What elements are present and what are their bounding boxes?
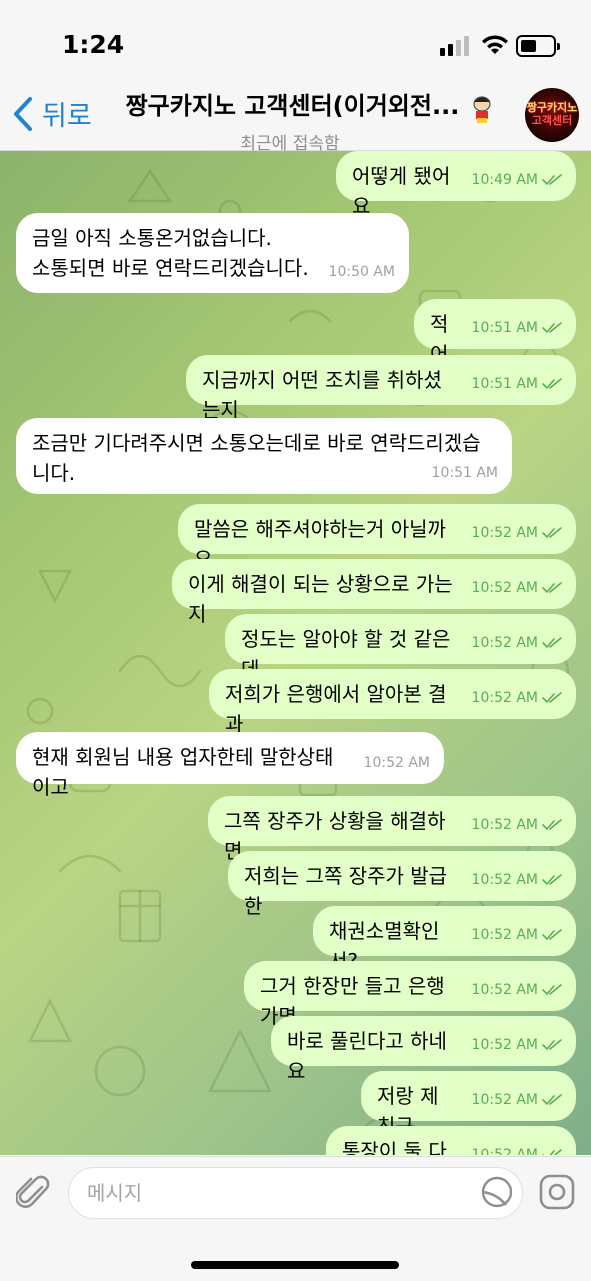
outgoing-message[interactable]: 통장이 둘 다 묶였는데10:52 AM (326, 1126, 576, 1155)
status-bar: 1:24 (0, 0, 591, 80)
read-check-icon (542, 527, 562, 539)
chat-last-seen: 최근에 접속함 (240, 133, 340, 154)
message-time: 10:52 AM (471, 690, 538, 706)
message-time: 10:52 AM (471, 1147, 538, 1155)
incoming-message[interactable]: 금일 아직 소통온거없습니다. 소통되면 바로 연락드리겠습니다. 10:50 A… (16, 213, 409, 293)
read-check-icon (542, 929, 562, 941)
message-meta: 10:52 AM (472, 810, 562, 840)
read-check-icon (542, 692, 562, 704)
message-meta: 10:52 AM (472, 573, 562, 603)
read-check-icon (542, 378, 562, 390)
outgoing-message[interactable]: 그쪽 장주가 상황을 해결하면 10:52 AM (208, 796, 576, 863)
outgoing-message[interactable]: 채권소멸확인서?10:52 AM (313, 906, 576, 973)
outgoing-message[interactable]: 저랑 제 친구10:52 AM (361, 1071, 576, 1138)
camera-icon[interactable] (538, 1173, 576, 1211)
back-label: 뒤로 (42, 101, 92, 132)
outgoing-message[interactable]: 바로 풀린다고 하네요 10:52 AM (271, 1016, 576, 1083)
incoming-message[interactable]: 현재 회원님 내용 업자한테 말한상태이고 10:52 AM (16, 732, 444, 799)
message-meta: 10:52 AM (472, 518, 562, 548)
sticker-icon[interactable] (480, 1175, 514, 1209)
message-time: 10:49 AM (471, 172, 538, 188)
outgoing-message[interactable]: 저희는 그쪽 장주가 발급한 10:52 AM (228, 851, 576, 918)
read-check-icon (542, 819, 562, 831)
outgoing-message[interactable]: 지금까지 어떤 조치를 취하셨는지 10:51 AM (186, 355, 576, 422)
outgoing-message[interactable]: 어떻게 됐어요 10:49 AM (336, 151, 576, 218)
read-check-icon (542, 984, 562, 996)
message-time: 10:52 AM (471, 580, 538, 596)
composer-bar (0, 1156, 591, 1281)
message-meta: 10:49 AM (472, 165, 562, 195)
outgoing-message[interactable]: 저희가 은행에서 알아본 결과 10:52 AM (209, 669, 576, 736)
message-meta: 10:51 AM (432, 458, 498, 488)
message-time: 10:51 AM (471, 376, 538, 392)
message-time: 10:51 AM (431, 465, 498, 481)
chevron-left-icon (14, 96, 32, 131)
avatar-logo-line2: 고객센터 (531, 114, 573, 127)
home-indicator (191, 1261, 399, 1269)
message-input[interactable] (68, 1167, 523, 1219)
chat-header: 뒤로 짱구카지노 고객센터(이거외전... 최근에 접속함 (0, 80, 591, 154)
message-time: 10:52 AM (471, 525, 538, 541)
message-time: 10:52 AM (471, 1092, 538, 1108)
message-meta: 10:52 AM (472, 865, 562, 895)
read-check-icon (542, 1094, 562, 1106)
paperclip-icon[interactable] (16, 1173, 52, 1213)
message-time: 10:51 AM (471, 320, 538, 336)
read-check-icon (542, 637, 562, 649)
incoming-message[interactable]: 조금만 기다려주시면 소통오는데로 바로 연락드리겠습 니다. 10:51 AM (16, 418, 512, 494)
message-time: 10:52 AM (471, 872, 538, 888)
message-meta: 10:51 AM (472, 313, 562, 343)
message-time: 10:52 AM (471, 817, 538, 833)
wifi-icon (482, 35, 508, 54)
battery-icon (516, 35, 560, 57)
cellular-signal-icon (440, 36, 469, 56)
outgoing-message[interactable]: 그거 한장만 들고 은행가면 10:52 AM (244, 961, 576, 1028)
message-time: 10:52 AM (471, 635, 538, 651)
message-meta: 10:52 AM (364, 748, 430, 778)
avatar-logo-line1: 짱구카지노 (526, 101, 578, 114)
message-time: 10:52 AM (471, 1037, 538, 1053)
status-time: 1:24 (62, 30, 125, 59)
read-check-icon (542, 1039, 562, 1051)
message-meta: 10:51 AM (472, 369, 562, 399)
read-check-icon (542, 174, 562, 186)
message-meta: 10:52 AM (472, 628, 562, 658)
outgoing-message[interactable]: 말씀은 해주셔야하는거 아닐까요10:52 AM (178, 504, 576, 571)
outgoing-message[interactable]: 적어도10:51 AM (414, 299, 576, 396)
message-meta: 10:52 AM (472, 683, 562, 713)
message-meta: 10:52 AM (472, 920, 562, 950)
message-meta: 10:52 AM (472, 1030, 562, 1060)
message-meta: 10:52 AM (472, 1085, 562, 1115)
message-list[interactable]: 어떻게 됐어요 10:49 AM 금일 아직 소통온거없습니다. 소통되면 바로 연… (0, 151, 591, 1155)
message-time: 10:52 AM (363, 755, 430, 771)
message-meta: 10:50 AM (329, 257, 395, 287)
character-emoji-icon (473, 96, 491, 123)
message-time: 10:52 AM (471, 982, 538, 998)
read-check-icon (542, 1149, 562, 1155)
outgoing-message[interactable]: 정도는 알아야 할 것 같은데10:52 AM (225, 614, 576, 681)
chat-title-area[interactable]: 짱구카지노 고객센터(이거외전... 최근에 접속함 (105, 86, 515, 154)
chat-avatar[interactable]: 짱구카지노 고객센터 (525, 88, 579, 142)
outgoing-message[interactable]: 이게 해결이 되는 상황으로 가는지 10:52 AM (172, 559, 576, 626)
chat-title: 짱구카지노 고객센터(이거외전... (125, 92, 460, 120)
message-meta: 10:52 AM (472, 1140, 562, 1155)
message-text: 조금만 기다려주시면 소통오는데로 바로 연락드리겠습 니다. (32, 431, 481, 485)
message-time: 10:50 AM (328, 264, 395, 280)
message-time: 10:52 AM (471, 927, 538, 943)
read-check-icon (542, 322, 562, 334)
read-check-icon (542, 874, 562, 886)
back-button[interactable]: 뒤로 (12, 94, 92, 133)
message-meta: 10:52 AM (472, 975, 562, 1005)
read-check-icon (542, 582, 562, 594)
